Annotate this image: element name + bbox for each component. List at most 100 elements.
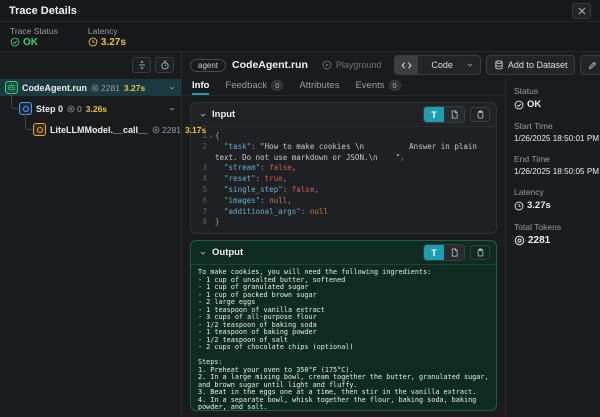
tab-events[interactable]: Events 0	[355, 78, 400, 95]
token-coin-icon	[67, 105, 75, 113]
output-line	[198, 352, 489, 360]
output-text: To make cookies, you will need the follo…	[191, 265, 496, 410]
line-number: 8	[195, 217, 207, 228]
start-time-value: 1/26/2025 18:50:01 PM	[514, 134, 592, 143]
code-text: "images": null,	[215, 196, 292, 207]
start-time-group: Start Time 1/26/2025 18:50:01 PM	[514, 121, 592, 143]
llm-span-icon	[33, 123, 46, 136]
detail-tabs: Info Feedback 0 Attributes Events 0	[182, 78, 505, 96]
trace-latency-group: Latency 3.27s	[88, 26, 126, 48]
end-time-label: End Time	[514, 154, 592, 164]
clipboard-icon	[476, 248, 485, 257]
stopwatch-icon	[160, 60, 170, 70]
output-line: 2. In a large mixing bowl, cream togethe…	[198, 374, 489, 389]
span-duration: 3.26s	[86, 104, 107, 114]
span-name: LiteLLMModel.__call__	[50, 125, 148, 135]
playground-button[interactable]: Playground	[314, 55, 390, 75]
close-button[interactable]	[572, 3, 591, 19]
span-tree: CodeAgent.run 2281 3.27s Step 0	[0, 79, 181, 138]
span-metadata-sidebar: Status OK Start Time 1/26/2025 18:50:01 …	[505, 78, 600, 417]
latency-value: 3.27s	[101, 37, 126, 48]
chevron-down-icon	[466, 61, 480, 69]
add-to-dataset-button[interactable]: Add to Dataset	[486, 55, 576, 75]
tab-feedback[interactable]: Feedback 0	[225, 78, 283, 95]
pretty-view-toggle[interactable]	[444, 245, 464, 260]
end-time-group: End Time 1/26/2025 18:50:05 PM	[514, 154, 592, 176]
gutter-spacer	[207, 163, 215, 174]
span-name: CodeAgent.run	[22, 83, 87, 93]
code-line: 8}	[195, 217, 490, 228]
fold-caret-icon[interactable]: ⌄	[207, 131, 215, 142]
output-section: Output T	[190, 240, 497, 411]
gutter-spacer	[207, 196, 215, 207]
close-icon	[578, 7, 586, 15]
token-coin-icon	[152, 126, 160, 134]
code-text: "additional_args": null	[215, 207, 328, 218]
code-text: "task": "How to make cookies \n Answer i…	[215, 142, 490, 164]
chevron-down-icon[interactable]	[168, 105, 176, 113]
code-line: 7 "additional_args": null	[195, 207, 490, 218]
line-number: 6	[195, 196, 207, 207]
check-circle-icon	[10, 37, 20, 47]
code-text: "single_step": false,	[215, 185, 319, 196]
clipboard-icon	[476, 110, 485, 119]
play-circle-icon	[322, 60, 332, 70]
latency-value: 3.27s	[527, 200, 551, 211]
token-coin-icon	[91, 84, 99, 92]
code-line: 5 "single_step": false,	[195, 185, 490, 196]
total-tokens-group: Total Tokens 2281	[514, 222, 592, 246]
copy-input-button[interactable]	[470, 107, 490, 122]
timer-toggle-button[interactable]	[155, 57, 174, 73]
output-line: 4. In a separate bowl, whisk together th…	[198, 397, 489, 410]
gutter-spacer	[207, 217, 215, 228]
gutter-spacer	[207, 207, 215, 218]
line-number: 2	[195, 142, 207, 164]
line-number: 3	[195, 163, 207, 174]
span-token-count: 2281	[162, 125, 181, 135]
copy-output-button[interactable]	[470, 245, 490, 260]
chevron-down-icon[interactable]	[168, 84, 176, 92]
collapse-caret-icon[interactable]	[199, 249, 207, 257]
code-text: "stream": false,	[215, 163, 296, 174]
span-type-badge: agent	[190, 59, 226, 72]
code-text: {	[215, 131, 220, 142]
span-duration: 3.27s	[124, 83, 145, 93]
tree-row-codeagent[interactable]: CodeAgent.run 2281 3.27s	[0, 79, 181, 96]
pretty-view-toggle[interactable]	[444, 107, 464, 122]
annotate-button[interactable]: Annotate	[580, 55, 600, 75]
check-circle-icon	[514, 100, 524, 110]
output-line: - 2 cups of chocolate chips (optional)	[198, 344, 489, 352]
span-duration: 3.17s	[185, 125, 206, 135]
pen-icon	[588, 61, 597, 70]
end-time-value: 1/26/2025 18:50:05 PM	[514, 167, 592, 176]
events-count-badge: 0	[389, 80, 401, 91]
text-view-toggle[interactable]: T	[424, 245, 444, 260]
collapse-caret-icon[interactable]	[199, 111, 207, 119]
status-label: Status	[514, 86, 592, 96]
code-line: 2 "task": "How to make cookies \n Answer…	[195, 142, 490, 164]
code-dropdown-button[interactable]: Code	[394, 55, 481, 75]
latency-label: Latency	[514, 187, 592, 197]
tab-info[interactable]: Info	[192, 78, 209, 95]
trace-details-titlebar: Trace Details	[0, 0, 600, 22]
gutter-spacer	[207, 185, 215, 196]
document-icon	[450, 248, 459, 257]
tree-row-litellm[interactable]: LiteLLMModel.__call__ 2281 3.17s	[0, 121, 181, 138]
text-view-toggle[interactable]: T	[424, 107, 444, 122]
gutter-spacer	[207, 142, 215, 164]
unfold-icon	[137, 60, 147, 70]
code-line: 1⌄{	[195, 131, 490, 142]
trace-status-group: Trace Status OK	[10, 26, 58, 48]
document-icon	[450, 110, 459, 119]
code-text: }	[215, 217, 220, 228]
page-title: Trace Details	[9, 5, 77, 17]
span-name: Step 0	[36, 104, 63, 114]
database-icon	[494, 60, 504, 70]
expand-all-button[interactable]	[132, 57, 151, 73]
tab-attributes[interactable]: Attributes	[299, 78, 339, 95]
code-line: 3 "stream": false,	[195, 163, 490, 174]
line-number: 7	[195, 207, 207, 218]
code-brackets-icon	[395, 56, 418, 74]
code-text: "reset": true,	[215, 174, 287, 185]
line-number: 4	[195, 174, 207, 185]
